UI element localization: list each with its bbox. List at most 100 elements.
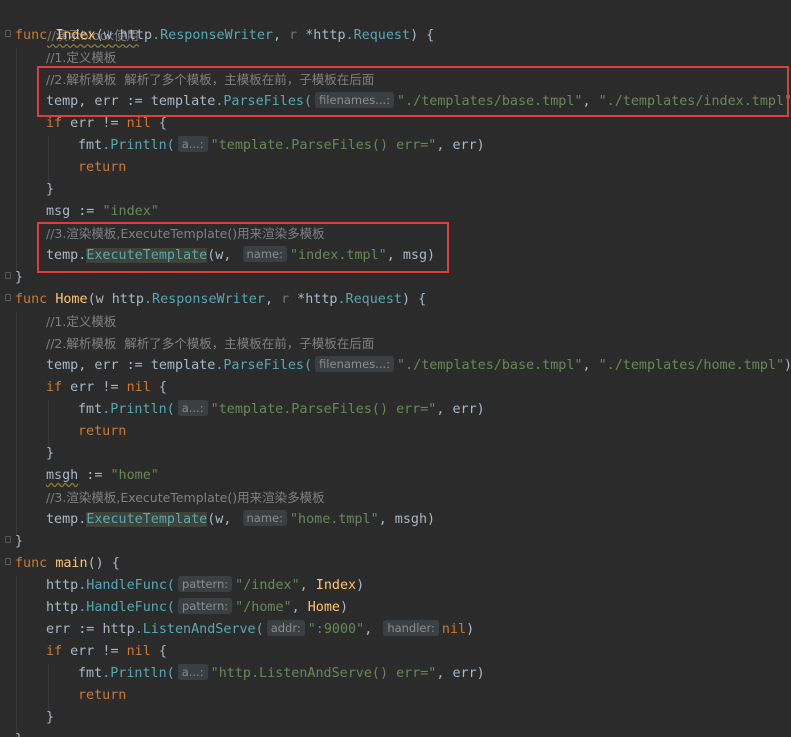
code-token: ) { xyxy=(402,292,427,307)
code-line[interactable]: return xyxy=(78,685,126,707)
code-line[interactable]: //2.解析模板 解析了多个模板，主模板在前，子模板在后面 xyxy=(46,69,374,91)
code-line[interactable]: if err != nil { xyxy=(46,113,167,135)
keyword-if: if xyxy=(46,116,63,131)
code-line[interactable]: temp, err := template.ParseFiles(filenam… xyxy=(46,91,791,113)
code-line[interactable]: //3.渲染模板,ExecuteTemplate()用来渲染多模板 xyxy=(46,487,325,509)
indent-guide xyxy=(16,48,17,272)
keyword-return: return xyxy=(78,160,127,175)
package-name: *http xyxy=(297,28,346,43)
code-line[interactable]: temp, err := template.ParseFiles(filenam… xyxy=(46,355,791,377)
code-line[interactable]: } xyxy=(15,531,23,553)
keyword-nil: nil xyxy=(126,644,151,659)
code-token: ) xyxy=(784,358,791,373)
string-literal: "./templates/home.tmpl" xyxy=(598,358,785,373)
param-hint: pattern: xyxy=(178,598,233,614)
string-literal: "template.ParseFiles() err=" xyxy=(210,402,437,417)
function-call: .Println( xyxy=(102,402,175,417)
comment: //2.解析模板 解析了多个模板，主模板在前，子模板在后面 xyxy=(46,72,375,87)
keyword-func: func xyxy=(15,556,48,571)
string-literal: "http.ListenAndServe() err=" xyxy=(210,666,437,681)
code-line[interactable]: http.HandleFunc(pattern: "/home", Home) xyxy=(46,597,348,619)
code-line[interactable]: return xyxy=(78,157,126,179)
indent-guide xyxy=(16,312,17,536)
keyword-if: if xyxy=(46,380,63,395)
code-line[interactable]: //3.渲染模板,ExecuteTemplate()用来渲染多模板 xyxy=(46,223,325,245)
code-line[interactable]: //2.解析模板 解析了多个模板，主模板在前，子模板在后面 xyxy=(46,333,374,355)
function-call: .ListenAndServe( xyxy=(134,622,264,637)
package-name: http xyxy=(111,292,144,307)
code-token: err != xyxy=(62,380,127,395)
param-hint: pattern: xyxy=(178,576,233,592)
code-token: , msgh) xyxy=(378,512,436,527)
code-line[interactable]: //1.定义模板 xyxy=(46,47,116,69)
fold-marker-home[interactable] xyxy=(5,294,11,301)
code-token: , err) xyxy=(436,666,485,681)
code-line[interactable]: func Home(w http.ResponseWriter, r *http… xyxy=(15,289,426,311)
function-call-highlighted: ExecuteTemplate xyxy=(86,512,208,527)
code-token: { xyxy=(150,380,167,395)
code-token: , xyxy=(582,358,599,373)
code-line[interactable]: } xyxy=(46,179,54,201)
fold-marker-index[interactable] xyxy=(5,30,11,37)
package-name: fmt xyxy=(78,402,103,417)
code-line[interactable]: } xyxy=(15,729,23,737)
param-hint: handler: xyxy=(383,620,439,636)
code-token: , xyxy=(264,292,282,307)
code-token: () { xyxy=(87,556,120,571)
comment: //1.定义模板 xyxy=(46,314,117,329)
code-line[interactable]: http.HandleFunc(pattern: "/index", Index) xyxy=(46,575,364,597)
variable-name: msgh xyxy=(46,468,79,483)
code-line[interactable]: if err != nil { xyxy=(46,377,167,399)
code-token: (w, xyxy=(207,248,240,263)
string-literal: "template.ParseFiles() err=" xyxy=(210,138,437,153)
code-token: , msg) xyxy=(386,248,436,263)
code-token: } xyxy=(15,534,24,549)
code-editor[interactable]: //演示block使用 func Index(w http.ResponseWr… xyxy=(0,0,791,737)
code-token: := xyxy=(78,468,111,483)
code-line[interactable]: if err != nil { xyxy=(46,641,167,663)
fold-marker-main[interactable] xyxy=(5,558,11,565)
package-name: http xyxy=(46,578,79,593)
code-line[interactable]: func Index(w http.ResponseWriter, r *htt… xyxy=(15,25,434,47)
code-line[interactable]: msg := "index" xyxy=(46,201,159,223)
code-token: { xyxy=(150,644,167,659)
keyword-nil: nil xyxy=(441,622,467,637)
code-line[interactable]: func main() { xyxy=(15,553,120,575)
package-name: fmt xyxy=(78,666,103,681)
indent-guide xyxy=(16,576,17,737)
code-line[interactable]: } xyxy=(15,267,23,289)
code-line[interactable]: return xyxy=(78,421,126,443)
code-token: } xyxy=(46,182,55,197)
keyword-return: return xyxy=(78,424,127,439)
function-call: .ParseFiles( xyxy=(215,358,313,373)
code-token: ) xyxy=(466,622,475,637)
code-line[interactable]: err := http.ListenAndServe(addr: ":9000",… xyxy=(46,619,474,641)
function-ref: Home xyxy=(307,600,340,615)
code-token: { xyxy=(150,116,167,131)
code-line[interactable]: fmt.Println(a...: "template.ParseFiles() … xyxy=(78,399,485,421)
package-name: fmt xyxy=(78,138,103,153)
keyword-func: func xyxy=(15,292,48,307)
package-name: template xyxy=(150,94,216,109)
function-call: .HandleFunc( xyxy=(78,578,175,593)
string-literal: "./templates/base.tmpl" xyxy=(397,94,583,109)
code-line[interactable]: fmt.Println(a...: "http.ListenAndServe() … xyxy=(78,663,485,685)
param-hint: a...: xyxy=(177,664,208,680)
code-line[interactable]: } xyxy=(46,443,54,465)
code-line[interactable]: fmt.Println(a...: "template.ParseFiles() … xyxy=(78,135,485,157)
fold-marker-index-end[interactable] xyxy=(5,272,11,279)
fold-marker-home-end[interactable] xyxy=(5,536,11,543)
keyword-nil: nil xyxy=(126,116,151,131)
code-token: , xyxy=(364,622,381,637)
code-token: err := xyxy=(46,622,103,637)
code-line[interactable]: temp.ExecuteTemplate(w, name: "home.tmpl"… xyxy=(46,509,435,531)
code-line[interactable]: //演示block使用 xyxy=(15,3,139,43)
param-hint: a...: xyxy=(177,136,208,152)
code-line[interactable]: //1.定义模板 xyxy=(46,311,116,333)
param-hint: name: xyxy=(242,510,287,526)
code-line[interactable]: temp.ExecuteTemplate(w, name: "index.tmpl… xyxy=(46,245,435,267)
type-name: .Request xyxy=(345,28,411,43)
code-line[interactable]: } xyxy=(46,707,54,729)
function-call: .HandleFunc( xyxy=(78,600,175,615)
code-line[interactable]: msgh := "home" xyxy=(46,465,159,487)
